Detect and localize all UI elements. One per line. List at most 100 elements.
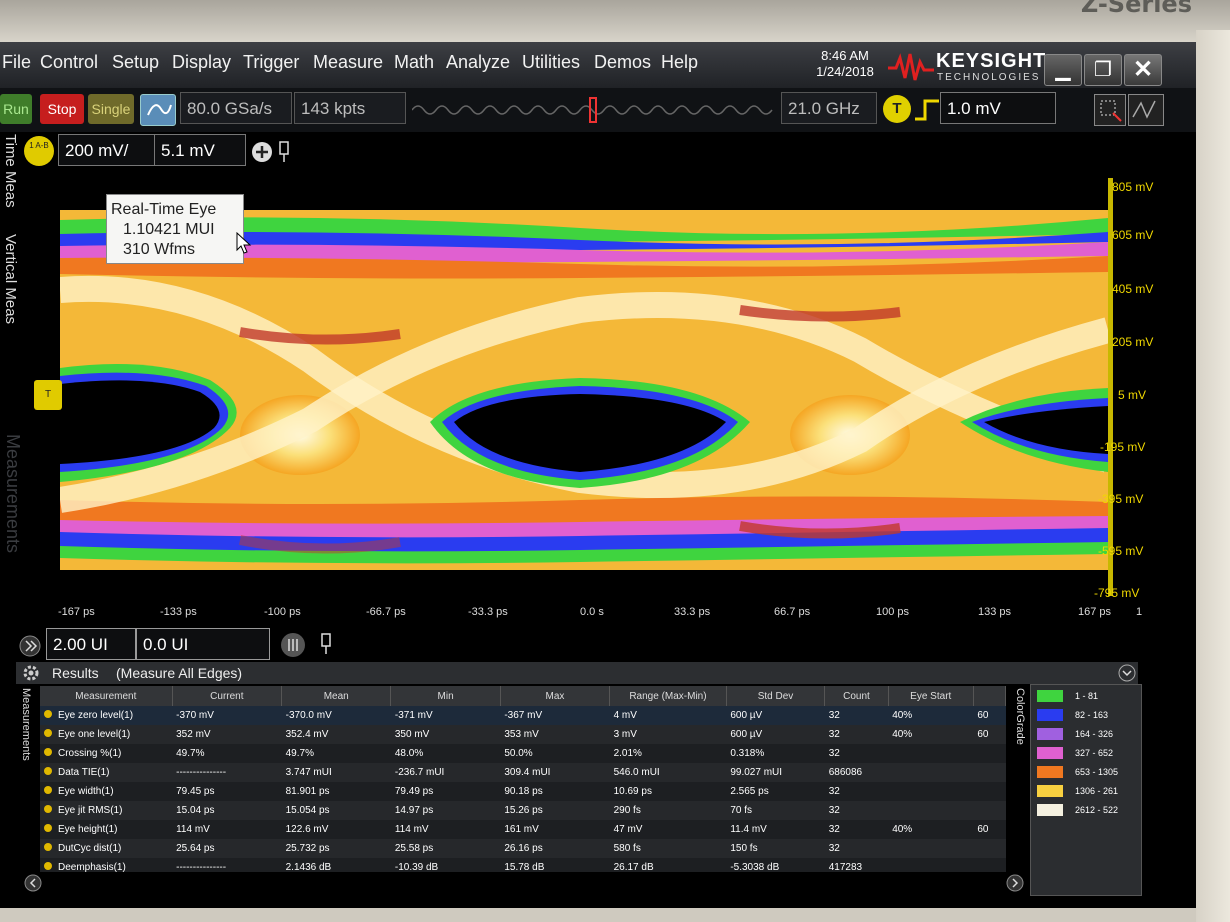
timebase-pin-icon[interactable]	[318, 632, 334, 656]
y-label-minus395: -395 mV	[1098, 492, 1144, 506]
cell-extra	[973, 839, 1006, 858]
table-row[interactable]: Crossing %(1) 49.7% 49.7% 48.0% 50.0% 2.01% 0.…	[40, 744, 1006, 763]
run-button[interactable]: Run	[0, 94, 32, 124]
vertical-offset-field[interactable]: 5.1 mV	[154, 134, 246, 166]
expand-chevron-icon[interactable]	[18, 634, 42, 658]
legend-label: 1306 - 261	[1075, 786, 1119, 796]
legend-label: 82 - 163	[1075, 710, 1109, 720]
scroll-right-icon[interactable]	[1006, 874, 1024, 892]
stop-button[interactable]: Stop	[40, 94, 84, 124]
restore-button[interactable]: ❐	[1084, 54, 1122, 86]
table-row[interactable]: Eye zero level(1) -370 mV -370.0 mV -371 mV…	[40, 706, 1006, 725]
menu-file[interactable]: File	[2, 52, 31, 73]
menu-display[interactable]: Display	[172, 52, 231, 73]
bandwidth-field[interactable]: 21.0 GHz	[781, 92, 877, 124]
memory-bar[interactable]	[412, 96, 778, 124]
measurement-label: DutCyc dist(1)	[58, 843, 122, 854]
table-row[interactable]: Data TIE(1) --------------- 3.747 mUI -236.…	[40, 763, 1006, 782]
menu-trigger[interactable]: Trigger	[243, 52, 299, 73]
col-extra[interactable]	[973, 686, 1006, 706]
cell-extra: 60	[977, 824, 989, 835]
menu-help[interactable]: Help	[661, 52, 698, 73]
measurement-status-icon	[44, 862, 52, 870]
cell-measurement: Eye width(1)	[40, 782, 172, 801]
scroll-left-icon[interactable]	[24, 874, 42, 892]
menu-control[interactable]: Control	[40, 52, 98, 73]
col-count[interactable]: Count	[824, 686, 889, 706]
menu-analyze[interactable]: Analyze	[446, 52, 510, 73]
cell-count: 32	[828, 786, 840, 797]
col-min[interactable]: Min	[390, 686, 501, 706]
cell-range: 3 mV	[609, 725, 727, 744]
trigger-level-marker[interactable]: T	[34, 380, 62, 410]
measurement-status-icon	[44, 786, 52, 794]
autoscale-button[interactable]	[140, 94, 176, 126]
menu-demos[interactable]: Demos	[594, 52, 651, 73]
add-channel-icon[interactable]	[250, 140, 274, 164]
zoom-box-icon	[1100, 100, 1122, 122]
trigger-marker-icon: T	[44, 389, 52, 400]
tab-measurements[interactable]: Measurements	[20, 688, 32, 761]
eye-diagram-plot[interactable]	[60, 210, 1108, 570]
cell-extra	[973, 744, 1005, 763]
trigger-badge[interactable]: T	[883, 95, 911, 123]
measurement-status-icon	[44, 767, 52, 775]
legend-label: 164 - 326	[1075, 729, 1114, 739]
ui-offset-field[interactable]: 0.0 UI	[136, 628, 270, 660]
cell-count: 32	[824, 725, 889, 744]
single-button[interactable]: Single	[88, 94, 134, 124]
waveform-mode-button[interactable]	[1128, 94, 1164, 126]
col-max[interactable]: Max	[500, 686, 611, 706]
waveform-mode-icon	[1132, 100, 1156, 119]
cell-max: 15.26 ps	[500, 801, 610, 820]
cell-count: 686086	[824, 763, 889, 782]
close-button[interactable]: ✕	[1124, 54, 1162, 86]
table-row[interactable]: Eye height(1) 114 mV 122.6 mV 114 mV 161 mV 4…	[40, 820, 1006, 839]
col-eye-start[interactable]: Eye Start	[888, 686, 974, 706]
tab-time-meas[interactable]: Time Meas	[2, 134, 19, 208]
tab-colorgrade[interactable]: ColorGrade	[1014, 688, 1026, 745]
cell-max: 90.18 ps	[504, 786, 543, 797]
pin-icon[interactable]	[276, 140, 292, 164]
table-row[interactable]: Eye width(1) 79.45 ps 81.901 ps 79.49 ps 90.…	[40, 782, 1006, 801]
cell-range: 580 fs	[609, 839, 727, 858]
channel-badge[interactable]: 1 A-B	[24, 136, 54, 166]
menu-measure[interactable]: Measure	[313, 52, 383, 73]
menu-setup[interactable]: Setup	[112, 52, 159, 73]
cell-mean: 3.747 mUI	[281, 763, 391, 782]
results-table: Measurement Current Mean Min Max Range (…	[40, 686, 1006, 872]
col-current[interactable]: Current	[172, 686, 283, 706]
collapse-chevron-icon[interactable]	[1118, 664, 1136, 682]
table-row[interactable]: Deemphasis(1) --------------- 2.1436 dB -10…	[40, 858, 1006, 872]
cell-extra	[973, 858, 1005, 872]
zoom-box-button[interactable]	[1094, 94, 1126, 126]
x-label-33: 33.3 ps	[674, 606, 711, 618]
table-row[interactable]: Eye one level(1) 352 mV 352.4 mV 350 mV 353 …	[40, 725, 1006, 744]
col-mean[interactable]: Mean	[281, 686, 392, 706]
trigger-level-field[interactable]: 1.0 mV	[940, 92, 1056, 124]
cell-mean: 122.6 mV	[285, 824, 329, 835]
sample-rate-field[interactable]: 80.0 GSa/s	[180, 92, 292, 124]
col-measurement[interactable]: Measurement	[40, 686, 173, 706]
col-range[interactable]: Range (Max-Min)	[609, 686, 727, 706]
menu-math[interactable]: Math	[394, 52, 434, 73]
cell-current: -370 mV	[172, 706, 282, 725]
cell-mean: 352.4 mV	[281, 725, 391, 744]
menu-utilities[interactable]: Utilities	[522, 52, 580, 73]
gear-icon[interactable]	[22, 664, 40, 682]
legend-swatch	[1037, 804, 1063, 816]
measurement-label: Eye width(1)	[58, 786, 114, 797]
legend-swatch	[1037, 785, 1063, 797]
pause-icon[interactable]	[280, 632, 306, 658]
ui-scale-field[interactable]: 2.00 UI	[46, 628, 136, 660]
cell-stddev: 2.565 ps	[730, 786, 769, 797]
rising-edge-icon[interactable]	[913, 97, 941, 123]
y-label-minus795: -795 mV	[1094, 586, 1140, 600]
table-row[interactable]: Eye jit RMS(1) 15.04 ps 15.054 ps 14.97 ps 1…	[40, 801, 1006, 820]
col-stddev[interactable]: Std Dev	[726, 686, 826, 706]
table-row[interactable]: DutCyc dist(1) 25.64 ps 25.732 ps 25.58 ps 2…	[40, 839, 1006, 858]
tab-vertical-meas[interactable]: Vertical Meas	[2, 234, 19, 324]
minimize-button[interactable]: ▁	[1044, 54, 1082, 86]
memory-depth-field[interactable]: 143 kpts	[294, 92, 406, 124]
cell-measurement: Eye zero level(1)	[40, 706, 173, 725]
